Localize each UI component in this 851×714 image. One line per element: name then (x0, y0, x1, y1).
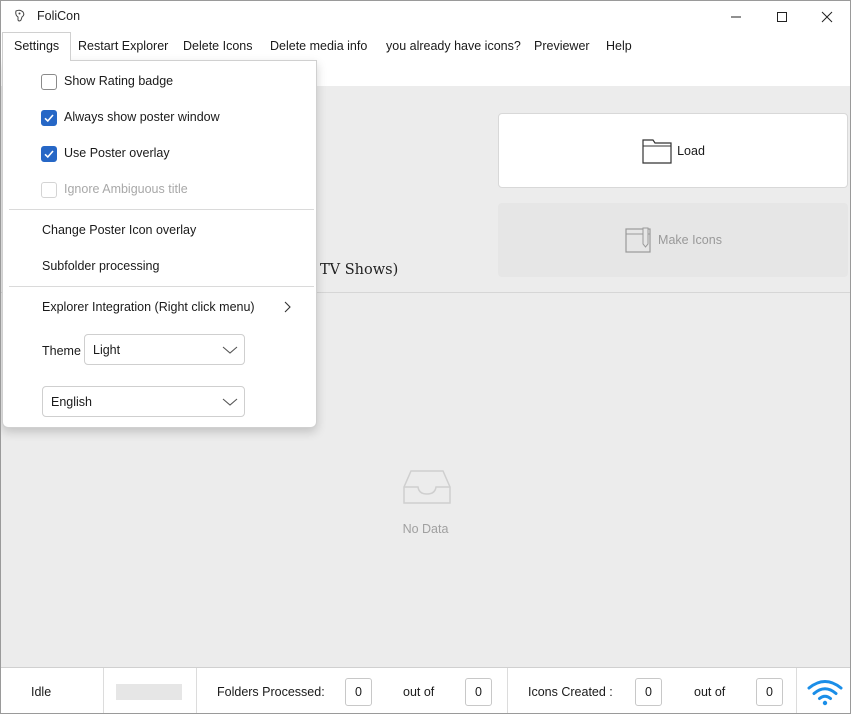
show-rating-badge-option[interactable]: Show Rating badge (3, 63, 316, 99)
folicon-logo-icon (15, 9, 25, 22)
minimize-button[interactable] (713, 1, 759, 32)
subfolder-processing-item[interactable]: Subfolder processing (3, 248, 316, 284)
status-divider (796, 668, 797, 713)
make-icons-button[interactable]: Make Icons (498, 203, 848, 277)
use-poster-overlay-checkbox[interactable] (41, 146, 57, 162)
menu-delete-icons[interactable]: Delete Icons (172, 32, 263, 61)
language-value: English (51, 395, 92, 409)
menu-separator (9, 286, 314, 287)
folders-processed-label: Folders Processed: (217, 685, 325, 699)
always-show-poster-window-label: Always show poster window (64, 110, 220, 124)
empty-inbox-icon (403, 470, 451, 504)
mode-label: TV Shows) (320, 262, 399, 278)
explorer-integration-label: Explorer Integration (Right click menu) (42, 300, 255, 314)
change-poster-icon-overlay-item[interactable]: Change Poster Icon overlay (3, 212, 316, 248)
show-rating-badge-checkbox[interactable] (41, 74, 57, 90)
window-title: FoliCon (37, 9, 81, 23)
icons-created-label: Icons Created : (528, 685, 613, 699)
status-bar: Idle Folders Processed: 0 out of 0 Icons… (1, 667, 850, 713)
show-rating-badge-label: Show Rating badge (64, 74, 174, 88)
chevron-down-icon (222, 398, 238, 406)
chevron-right-icon (284, 301, 291, 313)
ignore-ambiguous-title-label: Ignore Ambiguous title (64, 182, 188, 196)
change-poster-icon-overlay-label: Change Poster Icon overlay (42, 223, 197, 237)
progress-bar (116, 684, 182, 700)
load-label: Load (677, 143, 705, 158)
explorer-integration-item[interactable]: Explorer Integration (Right click menu) (3, 289, 316, 325)
folder-icon (642, 138, 672, 164)
menu-existing-icons[interactable]: you already have icons? (375, 32, 532, 61)
menu-settings[interactable]: Settings (2, 32, 72, 61)
no-data-label: No Data (402, 522, 449, 536)
close-button[interactable] (804, 1, 850, 32)
icons-out-of-label: out of (694, 685, 726, 699)
use-poster-overlay-option[interactable]: Use Poster overlay (3, 135, 316, 171)
folders-out-of-label: out of (403, 685, 435, 699)
chevron-down-icon (222, 346, 238, 354)
theme-label: Theme (42, 344, 81, 358)
theme-select[interactable]: Light (84, 334, 245, 365)
language-select[interactable]: English (42, 386, 245, 417)
wifi-icon (807, 680, 843, 706)
folders-processed-count: 0 (345, 678, 372, 706)
make-icons-icon (625, 227, 651, 253)
menu-help[interactable]: Help (595, 32, 643, 61)
status-state: Idle (31, 685, 52, 699)
folders-total-count: 0 (465, 678, 492, 706)
settings-dropdown: Show Rating badge Always show poster win… (2, 60, 317, 428)
make-icons-label: Make Icons (658, 233, 722, 247)
status-divider (507, 668, 508, 713)
checkmark-icon (44, 114, 54, 123)
app-window: FoliCon Settings Restart Explorer Delete… (0, 0, 851, 714)
subfolder-processing-label: Subfolder processing (42, 259, 160, 273)
menu-delete-media-info[interactable]: Delete media info (259, 32, 378, 61)
title-bar[interactable]: FoliCon (1, 1, 850, 32)
status-divider (196, 668, 197, 713)
icons-created-count: 0 (635, 678, 662, 706)
icons-total-count: 0 (756, 678, 783, 706)
minimize-icon (731, 16, 741, 17)
always-show-poster-window-option[interactable]: Always show poster window (3, 99, 316, 135)
always-show-poster-window-checkbox[interactable] (41, 110, 57, 126)
ignore-ambiguous-title-option: Ignore Ambiguous title (3, 171, 316, 207)
menu-previewer[interactable]: Previewer (523, 32, 601, 61)
ignore-ambiguous-title-checkbox (41, 182, 57, 198)
use-poster-overlay-label: Use Poster overlay (64, 146, 170, 160)
maximize-icon (777, 11, 787, 22)
theme-value: Light (93, 343, 121, 357)
checkmark-icon (44, 150, 54, 159)
close-icon (821, 11, 833, 22)
maximize-button[interactable] (759, 1, 805, 32)
status-divider (103, 668, 104, 713)
menu-restart-explorer[interactable]: Restart Explorer (67, 32, 179, 61)
menu-separator (9, 209, 314, 210)
load-button[interactable]: Load (498, 113, 848, 188)
